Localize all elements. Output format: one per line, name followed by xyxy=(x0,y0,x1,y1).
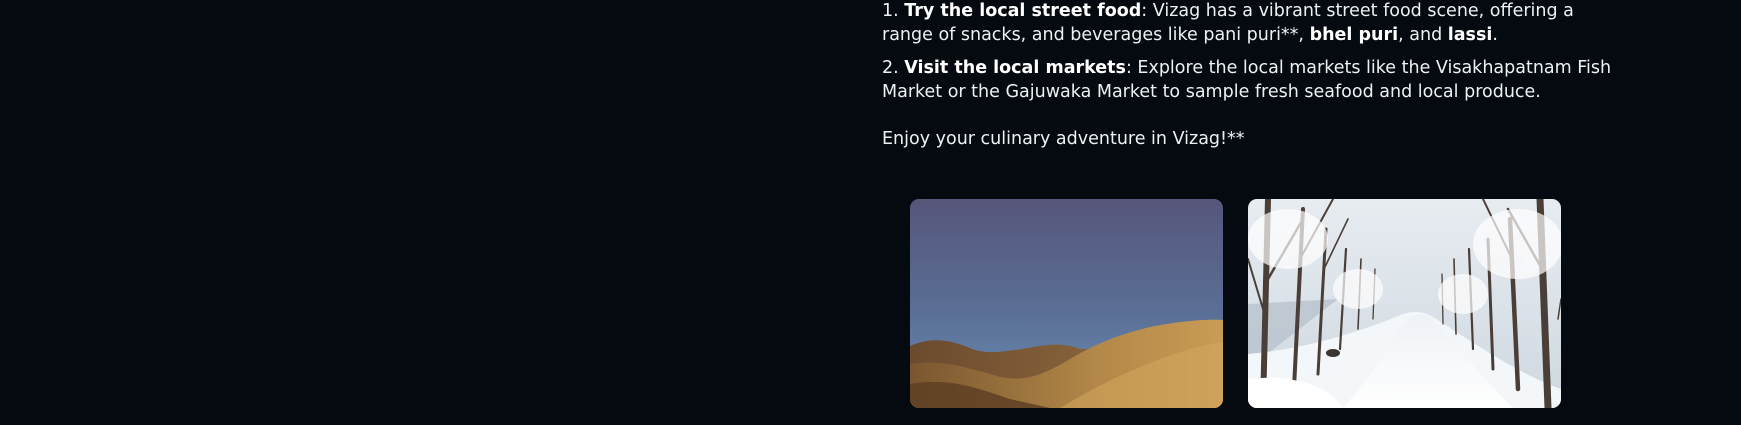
list-item-text: . xyxy=(1492,25,1498,45)
closing-text: Enjoy your culinary adventure in Vizag!*… xyxy=(882,129,1245,149)
snowy-road-image[interactable] xyxy=(1248,199,1561,408)
bold-term: lassi xyxy=(1447,25,1493,45)
list-item-title: Try the local street food xyxy=(904,1,1142,21)
list-number: 1. xyxy=(882,1,905,21)
list-item-title: Visit the local markets xyxy=(904,58,1126,78)
bold-term: bhel puri xyxy=(1309,25,1399,45)
golden-hills-image[interactable] xyxy=(910,199,1223,408)
list-number: 2. xyxy=(882,58,905,78)
image-gallery xyxy=(910,199,1561,409)
list-item: 1. Try the local street food: Vizag has … xyxy=(882,0,1622,47)
list-item: 2. Visit the local markets: Explore the … xyxy=(882,56,1622,104)
list-item-text: , and xyxy=(1398,25,1448,45)
